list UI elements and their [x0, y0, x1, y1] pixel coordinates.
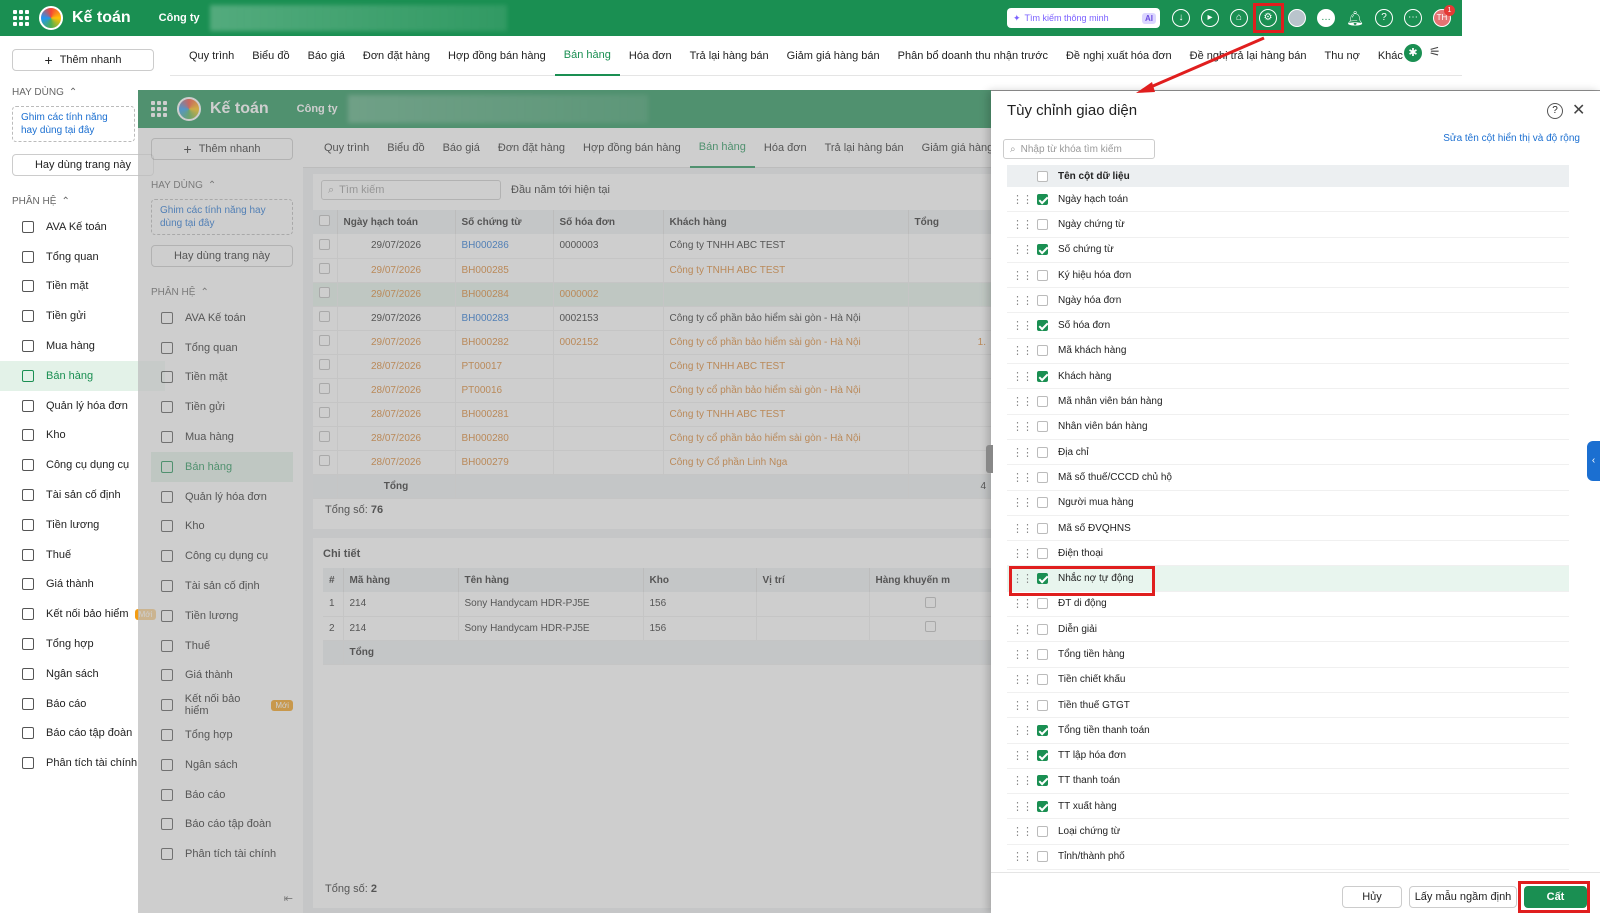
arrow-head	[1136, 82, 1155, 93]
arrow-line	[1145, 36, 1265, 91]
annotation-arrow	[1136, 36, 1265, 93]
